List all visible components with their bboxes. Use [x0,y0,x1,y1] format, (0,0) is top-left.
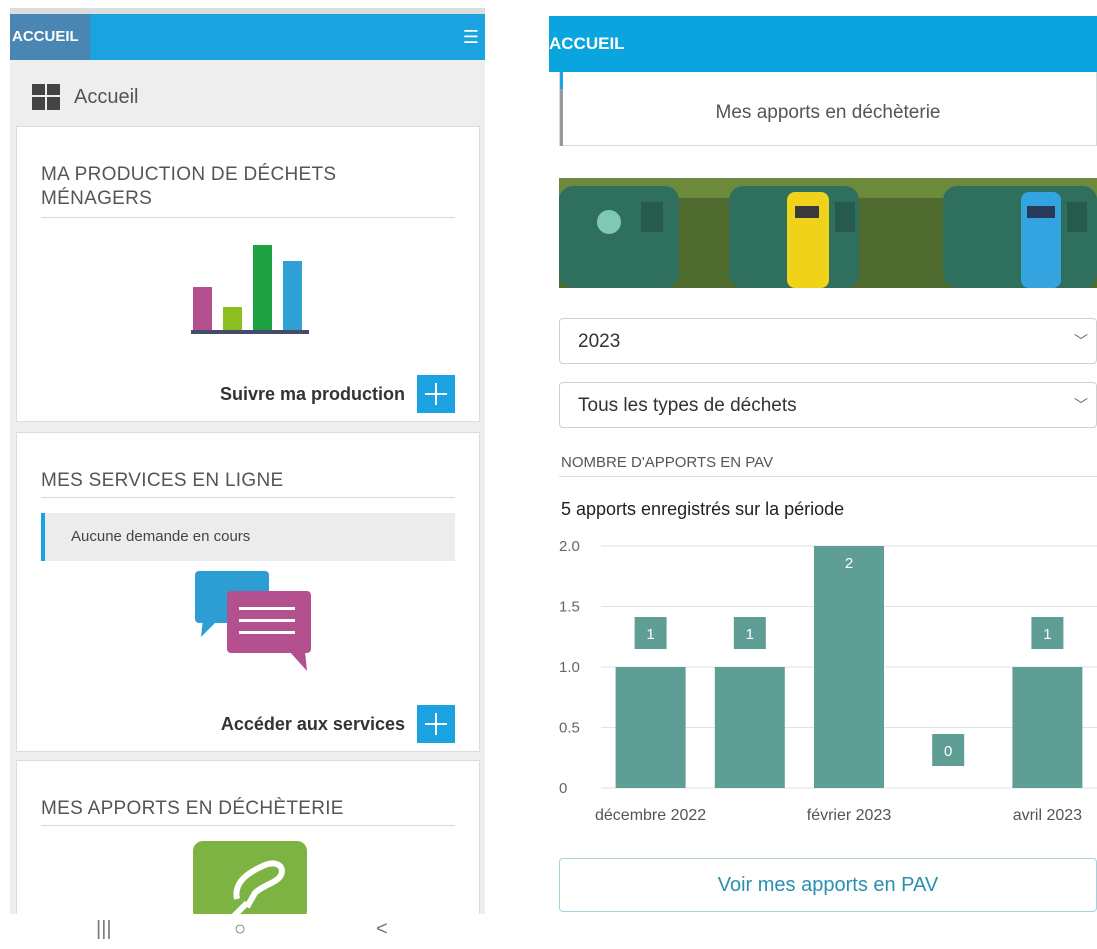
tab-accent [560,72,563,89]
back-button[interactable]: < [376,918,388,941]
recent-apps-button[interactable]: ||| [96,918,112,941]
notice-text: Aucune demande en cours [71,528,251,545]
card-title-line2: MÉNAGERS [41,188,153,209]
divider [41,497,455,498]
y-tick-label: 1.5 [559,599,580,616]
chevron-down-icon[interactable]: ﹀ [1074,395,1088,415]
breadcrumb-label: Accueil [74,85,139,108]
dechetterie-card: MES APPORTS EN DÉCHÈTERIE [16,760,480,914]
dashboard-icon [32,84,60,110]
divider [41,217,455,218]
bar [814,546,884,788]
system-navbar: ||| ○ < [0,914,485,949]
data-label: 1 [746,626,754,643]
x-tick-label: avril 2023 [1013,807,1082,824]
data-label: 1 [1043,626,1051,643]
y-tick-label: 0.5 [559,720,580,737]
data-label: 2 [845,555,853,572]
plus-button[interactable] [417,705,455,743]
bar [615,667,686,788]
breadcrumb: Accueil [32,84,138,110]
waste-type-select-value[interactable]: Tous les types de déchets [578,395,797,417]
x-tick-label: février 2023 [807,807,892,824]
follow-production-label[interactable]: Suivre ma production [220,384,405,405]
chevron-down-icon[interactable]: ﹀ [1074,331,1088,351]
bar [714,667,785,788]
y-tick-label: 2.0 [559,538,580,555]
divider [559,476,1097,477]
dechetterie-tab[interactable]: Mes apports en déchèterie [559,72,1097,146]
y-tick-label: 1.0 [559,659,580,676]
y-tick-label: 0 [559,780,567,797]
home-button[interactable]: ○ [234,918,246,941]
home-tab[interactable]: ACCUEIL [10,14,90,60]
home-tab[interactable]: ACCUEIL [549,16,625,72]
data-label: 1 [646,626,654,643]
plus-button[interactable] [417,375,455,413]
left-screen: ACCUEIL ☰ Accueil MA PRODUCTION DE DÉCHE… [10,8,485,914]
recycling-hand-icon [193,841,307,914]
data-label: 0 [944,743,952,760]
waste-type-select[interactable]: Tous les types de déchets ﹀ [559,382,1097,428]
card-title-line1: MA PRODUCTION DE DÉCHETS [41,164,337,185]
access-services-label[interactable]: Accéder aux services [221,714,405,735]
year-select[interactable]: 2023 ﹀ [559,318,1097,364]
view-pav-button[interactable]: Voir mes apports en PAV [559,858,1097,912]
right-screen: ACCUEIL Mes apports en déchèterie 2023 ﹀… [545,16,1097,916]
tab-label[interactable]: Mes apports en déchèterie [560,102,1096,124]
bar-chart-icon [191,245,309,334]
card-title: MES APPORTS EN DÉCHÈTERIE [41,798,344,819]
waste-bins-banner [559,178,1097,288]
x-tick-label: décembre 2022 [595,807,706,824]
bar [1012,667,1083,788]
access-services-action[interactable]: Accéder aux services [221,705,455,743]
divider [41,825,455,826]
services-card: MES SERVICES EN LIGNE Aucune demande en … [16,432,480,752]
year-select-value[interactable]: 2023 [578,331,620,353]
top-bar: ACCUEIL [549,16,1097,72]
follow-production-action[interactable]: Suivre ma production [220,375,455,413]
no-request-notice: Aucune demande en cours [41,513,455,561]
menu-icon[interactable]: ☰ [463,28,479,46]
production-card: MA PRODUCTION DE DÉCHETS MÉNAGERS Suivre… [16,126,480,422]
section-label: NOMBRE D'APPORTS EN PAV [561,454,774,471]
top-bar: ACCUEIL ☰ [10,8,485,60]
chart-subtitle: 5 apports enregistrés sur la période [561,499,845,519]
chat-bubbles-icon [195,571,311,671]
card-title: MES SERVICES EN LIGNE [41,470,284,491]
pav-bar-chart: 0 0.5 1.0 1.5 2.0 1 décembre 2022 1 2 février 202… [559,538,1097,824]
